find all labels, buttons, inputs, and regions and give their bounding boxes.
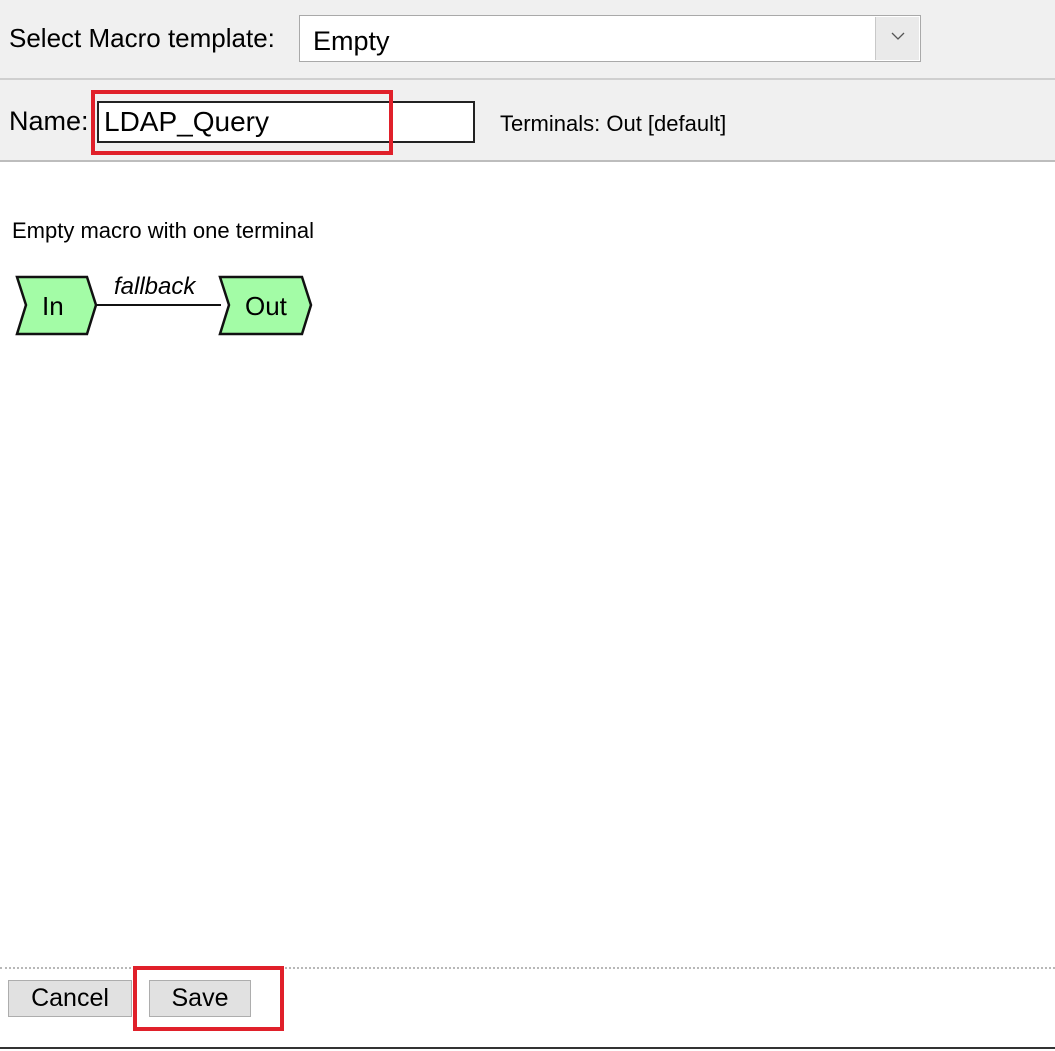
bottom-border: [0, 1047, 1055, 1049]
fallback-edge-label: fallback: [114, 273, 196, 300]
template-label: Select Macro template:: [9, 23, 275, 53]
dropdown-button[interactable]: [875, 17, 919, 60]
name-input[interactable]: [97, 101, 475, 143]
footer-separator: [0, 967, 1055, 969]
out-node-label: Out: [245, 291, 287, 321]
save-button[interactable]: Save: [149, 980, 251, 1017]
template-description: Empty macro with one terminal: [12, 218, 314, 243]
template-selected-value: Empty: [313, 26, 390, 56]
in-node-label: In: [42, 291, 64, 321]
chevron-down-icon: [891, 32, 905, 40]
cancel-button[interactable]: Cancel: [8, 980, 132, 1017]
template-row: Select Macro template: Empty: [0, 0, 1055, 80]
name-label: Name:: [9, 106, 89, 136]
template-dropdown[interactable]: Empty: [299, 15, 921, 62]
terminals-info: Terminals: Out [default]: [500, 111, 727, 136]
name-row: Name: Terminals: Out [default]: [0, 80, 1055, 162]
